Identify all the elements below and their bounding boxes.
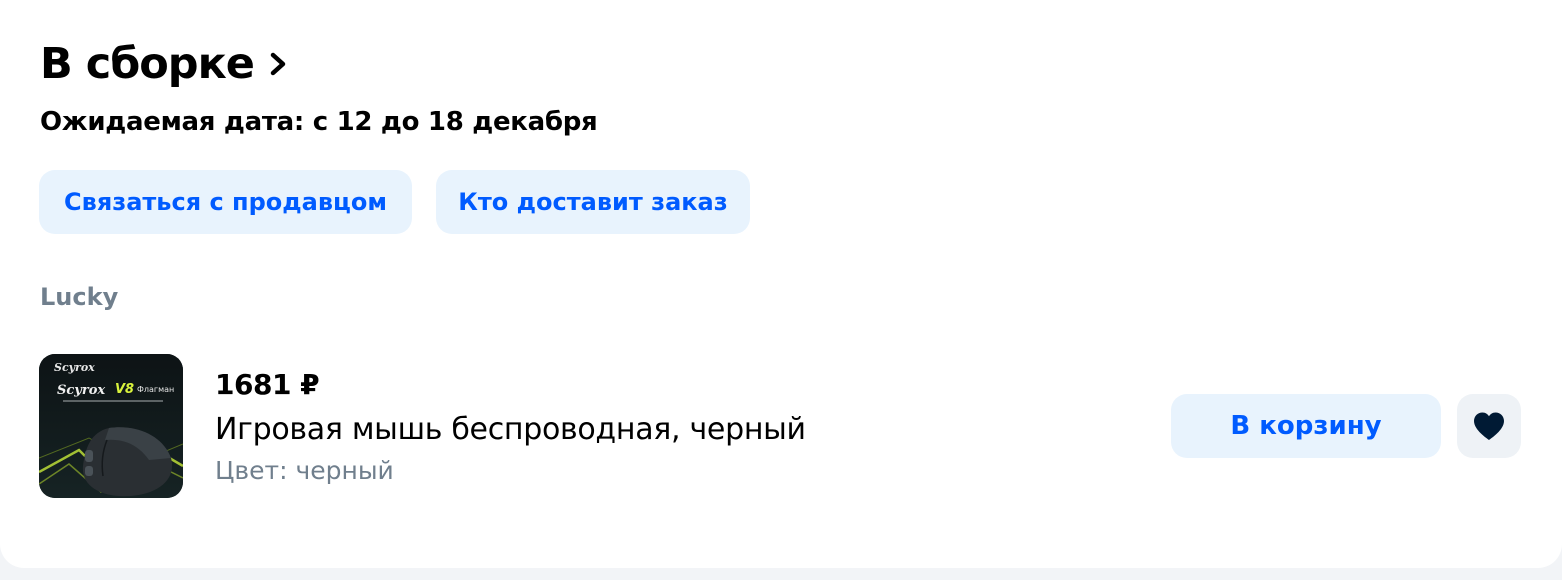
product-image[interactable]: Scyrox Scyrox V8 Флагман [39, 354, 183, 498]
svg-text:Scyrox: Scyrox [57, 383, 105, 398]
seller-name[interactable]: Lucky [40, 280, 118, 314]
product-price: 1681 ₽ [215, 368, 320, 401]
product-title[interactable]: Игровая мышь беспроводная, черный [215, 410, 806, 450]
svg-text:Scyrox: Scyrox [54, 361, 95, 374]
add-to-cart-button[interactable]: В корзину [1171, 394, 1441, 458]
svg-text:Флагман: Флагман [137, 385, 174, 394]
contact-seller-button[interactable]: Связаться с продавцом [39, 170, 412, 234]
expected-delivery-date: Ожидаемая дата: с 12 до 18 декабря [40, 107, 598, 137]
favorite-button[interactable] [1457, 394, 1521, 458]
heart-icon [1474, 412, 1504, 440]
order-status-header[interactable]: В сборке [40, 36, 290, 92]
order-card: В сборке Ожидаемая дата: с 12 до 18 дека… [0, 0, 1562, 568]
chevron-right-icon[interactable] [268, 50, 290, 78]
who-delivers-button[interactable]: Кто доставит заказ [436, 170, 750, 234]
product-color-attribute: Цвет: черный [215, 456, 394, 485]
svg-text:V8: V8 [115, 382, 134, 397]
order-status-title[interactable]: В сборке [40, 36, 255, 92]
